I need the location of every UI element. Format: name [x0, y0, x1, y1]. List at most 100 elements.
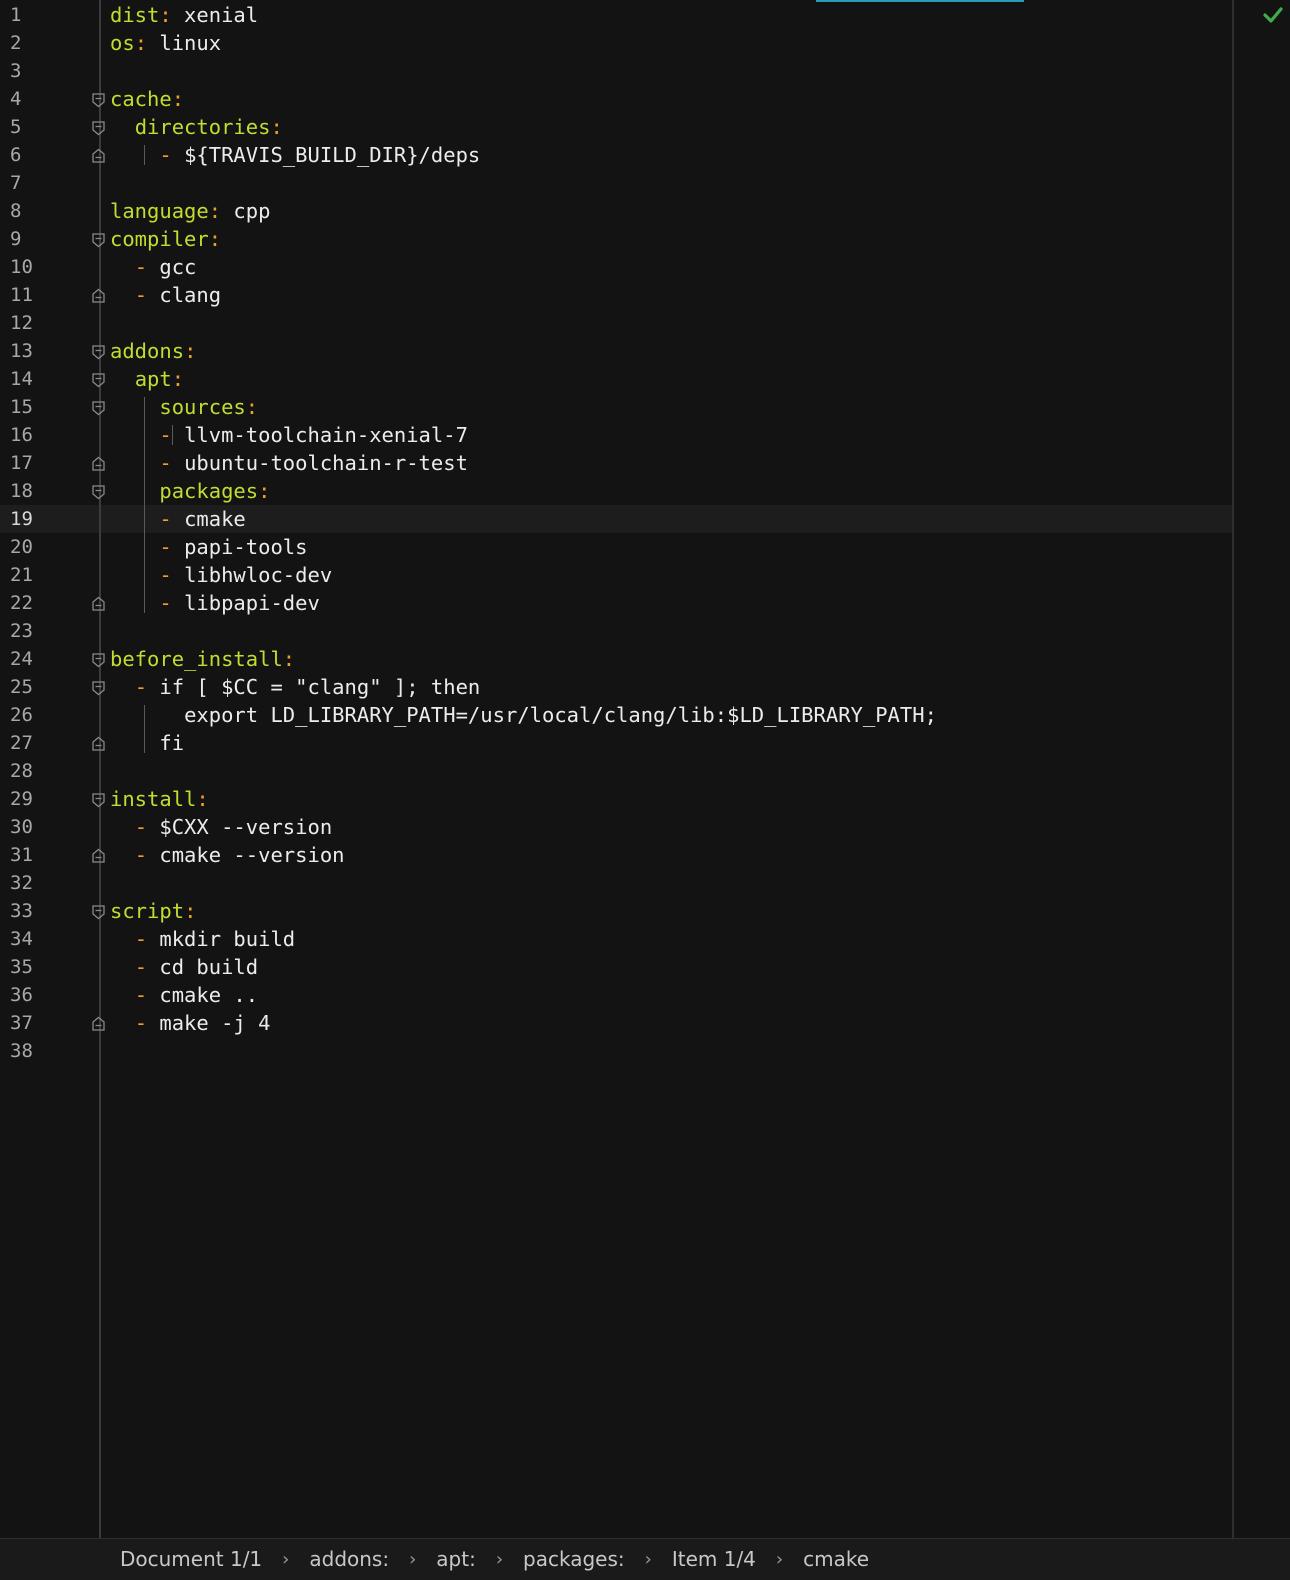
code-line[interactable]: language: cpp — [110, 197, 1228, 225]
fold-open-icon[interactable] — [90, 897, 108, 925]
code-line[interactable]: - cmake --version — [110, 841, 1228, 869]
line-number[interactable]: 9 — [0, 225, 92, 253]
line-number[interactable]: 29 — [0, 785, 92, 813]
line-number[interactable]: 6 — [0, 141, 92, 169]
code-line[interactable]: - llvm-toolchain-xenial-7 — [110, 421, 1228, 449]
code-line[interactable]: sources: — [110, 393, 1228, 421]
code-line[interactable]: - if [ $CC = "clang" ]; then — [110, 673, 1228, 701]
checkmark-icon[interactable] — [1262, 4, 1284, 26]
line-number[interactable]: 33 — [0, 897, 92, 925]
fold-end-icon[interactable] — [90, 729, 108, 757]
breadcrumb-item[interactable]: packages: — [523, 1547, 625, 1571]
line-number[interactable]: 26 — [0, 701, 92, 729]
line-number[interactable]: 12 — [0, 309, 92, 337]
line-number[interactable]: 17 — [0, 449, 92, 477]
line-number[interactable]: 25 — [0, 673, 92, 701]
fold-open-icon[interactable] — [90, 785, 108, 813]
line-number[interactable]: 36 — [0, 981, 92, 1009]
line-number[interactable]: 28 — [0, 757, 92, 785]
code-line[interactable]: addons: — [110, 337, 1228, 365]
line-number[interactable]: 24 — [0, 645, 92, 673]
line-number[interactable]: 32 — [0, 869, 92, 897]
code-line[interactable]: - make -j 4 — [110, 1009, 1228, 1037]
line-number[interactable]: 35 — [0, 953, 92, 981]
line-number[interactable]: 5 — [0, 113, 92, 141]
line-number[interactable]: 13 — [0, 337, 92, 365]
fold-open-icon[interactable] — [90, 365, 108, 393]
fold-end-icon[interactable] — [90, 141, 108, 169]
fold-gutter[interactable] — [90, 1, 108, 1065]
fold-end-icon[interactable] — [90, 841, 108, 869]
code-line[interactable] — [110, 757, 1228, 785]
code-line[interactable] — [110, 57, 1228, 85]
code-line[interactable]: directories: — [110, 113, 1228, 141]
breadcrumb-item[interactable]: Item 1/4 — [672, 1547, 756, 1571]
fold-open-icon[interactable] — [90, 477, 108, 505]
fold-open-icon[interactable] — [90, 337, 108, 365]
line-number[interactable]: 37 — [0, 1009, 92, 1037]
code-line[interactable]: export LD_LIBRARY_PATH=/usr/local/clang/… — [110, 701, 1228, 729]
line-number[interactable]: 23 — [0, 617, 92, 645]
code-line[interactable]: - libhwloc-dev — [110, 561, 1228, 589]
line-number[interactable]: 38 — [0, 1037, 92, 1065]
line-number[interactable]: 11 — [0, 281, 92, 309]
code-line[interactable]: - $CXX --version — [110, 813, 1228, 841]
fold-open-icon[interactable] — [90, 645, 108, 673]
breadcrumb-item[interactable]: addons: — [309, 1547, 389, 1571]
line-number[interactable]: 2 — [0, 29, 92, 57]
code-line[interactable] — [110, 309, 1228, 337]
fold-end-icon[interactable] — [90, 281, 108, 309]
line-number[interactable]: 3 — [0, 57, 92, 85]
code-line[interactable]: before_install: — [110, 645, 1228, 673]
breadcrumb-item[interactable]: cmake — [803, 1547, 869, 1571]
fold-end-icon[interactable] — [90, 449, 108, 477]
line-number[interactable]: 14 — [0, 365, 92, 393]
code-text-area[interactable]: dist: xenial os: linux cache: directories:… — [110, 1, 1228, 1065]
line-number[interactable]: 18 — [0, 477, 92, 505]
code-line[interactable] — [110, 169, 1228, 197]
code-line[interactable]: - ${TRAVIS_BUILD_DIR}/deps — [110, 141, 1228, 169]
fold-end-icon[interactable] — [90, 1009, 108, 1037]
line-number[interactable]: 30 — [0, 813, 92, 841]
code-line[interactable]: - mkdir build — [110, 925, 1228, 953]
line-number[interactable]: 22 — [0, 589, 92, 617]
code-line[interactable]: os: linux — [110, 29, 1228, 57]
code-line[interactable]: compiler: — [110, 225, 1228, 253]
code-line[interactable]: apt: — [110, 365, 1228, 393]
code-line[interactable]: - ubuntu-toolchain-r-test — [110, 449, 1228, 477]
code-line[interactable]: dist: xenial — [110, 1, 1228, 29]
line-number[interactable]: 19 — [0, 505, 92, 533]
line-number[interactable]: 34 — [0, 925, 92, 953]
line-number-gutter[interactable]: 1 2 3 4 5 6 7 8 9 10 11 12 13 14 15 16 17 18 19 20 21 22 23 24 2… — [0, 1, 92, 1065]
code-line[interactable]: script: — [110, 897, 1228, 925]
code-line[interactable]: - cmake — [110, 505, 1228, 533]
fold-open-icon[interactable] — [90, 113, 108, 141]
code-line[interactable]: fi — [110, 729, 1228, 757]
line-number[interactable]: 15 — [0, 393, 92, 421]
fold-end-icon[interactable] — [90, 589, 108, 617]
line-number[interactable]: 10 — [0, 253, 92, 281]
code-editor[interactable]: 1 2 3 4 5 6 7 8 9 10 11 12 13 14 15 16 17 18 19 20 21 22 23 24 2… — [0, 0, 1290, 1538]
line-number[interactable]: 4 — [0, 85, 92, 113]
code-line[interactable] — [110, 617, 1228, 645]
code-line[interactable]: cache: — [110, 85, 1228, 113]
code-line[interactable] — [110, 869, 1228, 897]
code-line[interactable]: packages: — [110, 477, 1228, 505]
line-number[interactable]: 1 — [0, 1, 92, 29]
code-line[interactable]: - clang — [110, 281, 1228, 309]
code-line[interactable]: - gcc — [110, 253, 1228, 281]
breadcrumb-item[interactable]: Document 1/1 — [120, 1547, 262, 1571]
fold-open-icon[interactable] — [90, 225, 108, 253]
line-number[interactable]: 31 — [0, 841, 92, 869]
code-line[interactable]: - libpapi-dev — [110, 589, 1228, 617]
fold-open-icon[interactable] — [90, 393, 108, 421]
code-line[interactable] — [110, 1037, 1228, 1065]
line-number[interactable]: 7 — [0, 169, 92, 197]
fold-open-icon[interactable] — [90, 673, 108, 701]
code-line[interactable]: - cmake .. — [110, 981, 1228, 1009]
code-line[interactable]: - cd build — [110, 953, 1228, 981]
line-number[interactable]: 20 — [0, 533, 92, 561]
line-number[interactable]: 16 — [0, 421, 92, 449]
code-line[interactable]: - papi-tools — [110, 533, 1228, 561]
line-number[interactable]: 27 — [0, 729, 92, 757]
